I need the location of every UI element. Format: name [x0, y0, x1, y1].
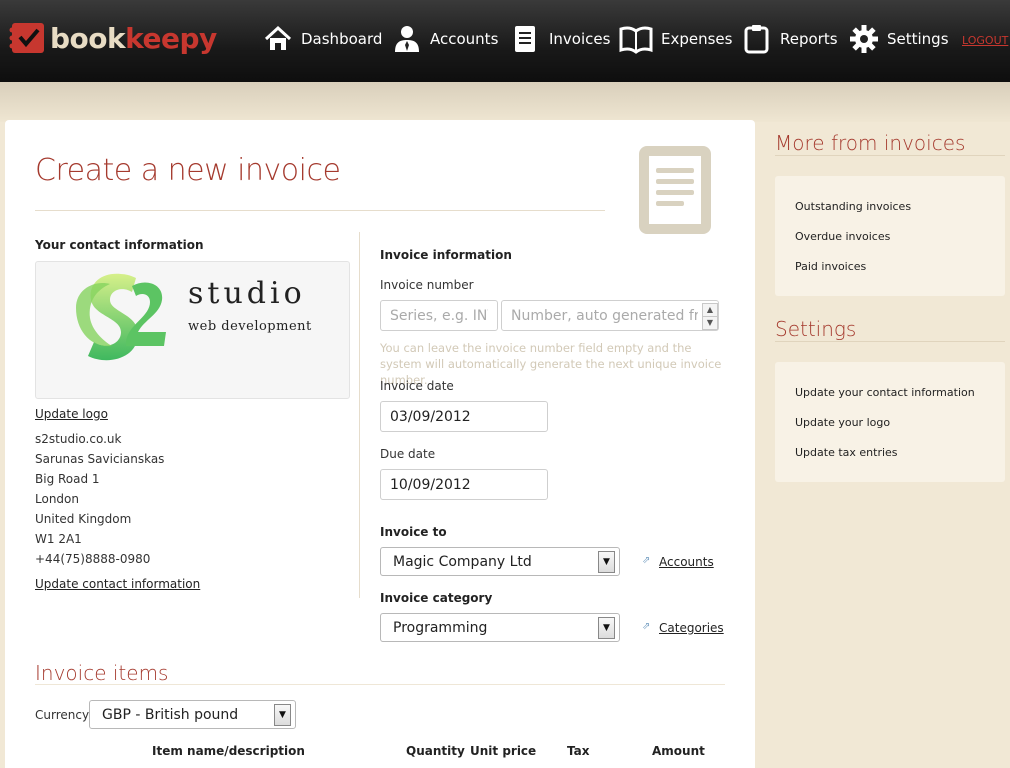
- nav-expenses[interactable]: Expenses: [619, 19, 732, 59]
- currency-select[interactable]: GBP - British pound ▼: [89, 700, 296, 729]
- sidebar-item-overdue-invoices[interactable]: Overdue invoices: [795, 230, 890, 243]
- chevron-down-icon: ▼: [598, 617, 615, 639]
- chevron-down-icon: ▼: [274, 704, 291, 726]
- sidebar-heading-more: More from invoices: [775, 131, 966, 155]
- due-date-input[interactable]: [380, 469, 548, 500]
- nav-label: Invoices: [549, 30, 611, 48]
- select-value: Magic Company Ltd: [393, 554, 532, 570]
- contact-address-line: Big Road 1: [35, 472, 100, 486]
- invoice-to-select[interactable]: Magic Company Ltd ▼: [380, 547, 620, 576]
- invoice-category-select[interactable]: Programming ▼: [380, 613, 620, 642]
- invoice-series-input[interactable]: [380, 300, 498, 331]
- invoice-category-label: Invoice category: [380, 591, 493, 605]
- currency-label: Currency: [35, 708, 90, 722]
- column-header-unit-price: Unit price: [470, 744, 537, 758]
- sidebar-item-outstanding-invoices[interactable]: Outstanding invoices: [795, 200, 911, 213]
- categories-link[interactable]: Categories: [659, 621, 724, 635]
- select-value: Programming: [393, 620, 488, 636]
- update-logo-link[interactable]: Update logo: [35, 407, 108, 421]
- spin-down-icon[interactable]: ▼: [703, 317, 717, 330]
- divider: [35, 684, 725, 685]
- contact-website: s2studio.co.uk: [35, 432, 122, 446]
- header-shadow: [0, 82, 1010, 122]
- contact-city: London: [35, 492, 79, 506]
- logout-link[interactable]: LOGOUT: [962, 34, 1008, 47]
- invoice-info-heading: Invoice information: [380, 248, 512, 262]
- nav-label: Settings: [887, 30, 949, 48]
- company-logo: studio web development: [35, 261, 350, 399]
- nav-invoices[interactable]: Invoices: [511, 19, 610, 59]
- sidebar-heading-settings: Settings: [775, 317, 857, 341]
- contact-postcode: W1 2A1: [35, 532, 82, 546]
- bookkeepy-logo-icon: [9, 23, 44, 53]
- user-icon: [395, 26, 419, 52]
- invoice-number-label: Invoice number: [380, 278, 474, 292]
- column-header-item: Item name/description: [152, 744, 305, 758]
- nav-accounts[interactable]: Accounts: [392, 19, 498, 59]
- logo-tagline: web development: [188, 319, 312, 334]
- column-header-tax: Tax: [567, 744, 590, 758]
- sidebar-item-update-tax[interactable]: Update tax entries: [795, 446, 898, 459]
- divider: [775, 155, 1005, 156]
- accounts-link[interactable]: Accounts: [659, 555, 714, 569]
- sidebar-item-update-logo[interactable]: Update your logo: [795, 416, 890, 429]
- clipboard-icon: [744, 25, 769, 54]
- invoice-date-input[interactable]: [380, 401, 548, 432]
- contact-name: Sarunas Savicianskas: [35, 452, 165, 466]
- chevron-down-icon: ▼: [598, 551, 615, 573]
- invoice-icon: [515, 26, 535, 52]
- invoice-to-label: Invoice to: [380, 525, 447, 539]
- column-divider: [359, 232, 360, 598]
- invoice-number-input[interactable]: [501, 300, 719, 331]
- brand-name-part2: keepy: [125, 21, 217, 55]
- nav-label: Dashboard: [301, 30, 383, 48]
- nav-label: Expenses: [661, 30, 733, 48]
- nav-dashboard[interactable]: Dashboard: [263, 19, 382, 59]
- contact-country: United Kingdom: [35, 512, 132, 526]
- divider: [35, 210, 605, 211]
- nav-reports[interactable]: Reports: [742, 19, 838, 59]
- nav-label: Accounts: [430, 30, 499, 48]
- home-icon: [264, 25, 292, 50]
- sidebar-item-update-contact[interactable]: Update your contact information: [795, 386, 975, 399]
- brand-logo[interactable]: bookkeepy: [8, 19, 217, 57]
- invoice-date-label: Invoice date: [380, 379, 454, 393]
- spin-up-icon[interactable]: ▲: [703, 304, 717, 317]
- s2-logo-graphic: [76, 273, 166, 361]
- column-header-quantity: Quantity: [406, 744, 465, 758]
- gear-icon: [850, 25, 878, 53]
- contact-heading: Your contact information: [35, 238, 204, 252]
- select-value: GBP - British pound: [102, 707, 239, 723]
- due-date-label: Due date: [380, 447, 436, 461]
- page-title: Create a new invoice: [35, 153, 341, 188]
- external-link-icon: ⇗: [642, 621, 651, 632]
- brand-name-part1: book: [50, 21, 126, 55]
- number-spinner[interactable]: ▲ ▼: [702, 303, 718, 330]
- nav-label: Reports: [780, 30, 838, 48]
- column-header-amount: Amount: [652, 744, 705, 758]
- invoice-items-title: Invoice items: [35, 661, 169, 685]
- update-contact-link[interactable]: Update contact information: [35, 577, 200, 591]
- book-icon: [619, 26, 653, 54]
- main-panel: Create a new invoice Your contact inform…: [5, 120, 755, 768]
- sidebar-item-paid-invoices[interactable]: Paid invoices: [795, 260, 866, 273]
- contact-phone: +44(75)8888-0980: [35, 552, 151, 566]
- document-icon: [639, 146, 711, 234]
- nav-settings[interactable]: Settings: [849, 19, 949, 59]
- logo-company-name: studio: [188, 276, 306, 311]
- external-link-icon: ⇗: [642, 555, 651, 566]
- divider: [775, 341, 1005, 342]
